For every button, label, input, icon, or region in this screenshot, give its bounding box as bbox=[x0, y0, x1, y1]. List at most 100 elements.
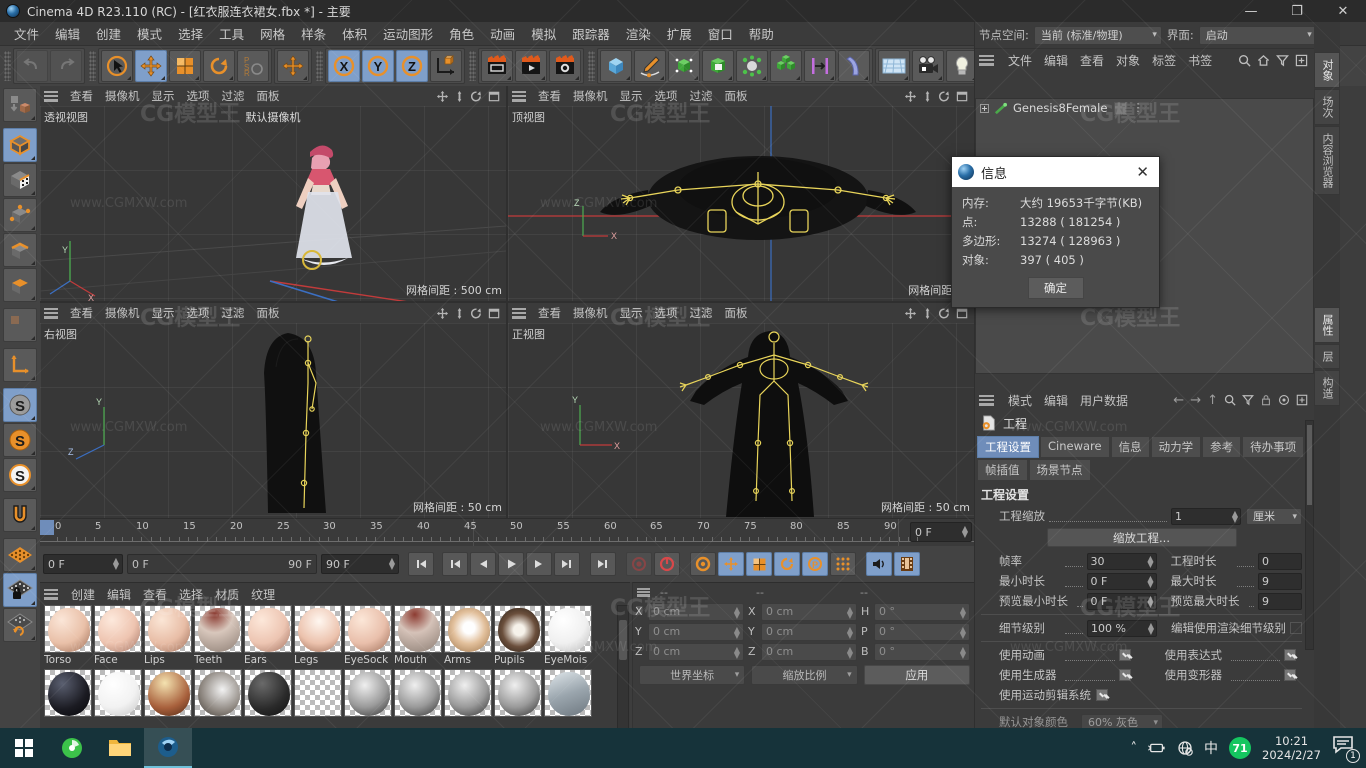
material-item[interactable] bbox=[294, 669, 343, 717]
material-swatch[interactable] bbox=[544, 669, 592, 717]
cloner-icon[interactable] bbox=[770, 50, 802, 82]
toolbar-grip[interactable] bbox=[89, 51, 96, 81]
vp-menu-display[interactable]: 显示 bbox=[146, 87, 181, 105]
spline-pen-icon[interactable] bbox=[634, 50, 666, 82]
close-icon[interactable]: ✕ bbox=[1132, 163, 1153, 181]
material-item[interactable] bbox=[494, 669, 543, 717]
menu-item-window[interactable]: 窗口 bbox=[700, 21, 741, 46]
scale-key-icon[interactable] bbox=[746, 552, 772, 576]
viewport-front[interactable]: 查看 摄像机 显示 选项 过滤 面板 正视图 网格间距 : 50 cm Y X bbox=[508, 303, 974, 518]
menu-item-extensions[interactable]: 扩展 bbox=[659, 21, 700, 46]
chevron-down-icon[interactable]: ▾ bbox=[1153, 718, 1158, 728]
tab-dynamics[interactable]: 动力学 bbox=[1150, 436, 1202, 458]
orbit-icon[interactable] bbox=[470, 307, 483, 320]
vp-menu-filter[interactable]: 过滤 bbox=[216, 304, 251, 322]
material-item[interactable]: Lips bbox=[144, 605, 193, 668]
object-row-genesis8female[interactable]: Genesis8Female ⋮ bbox=[976, 99, 1313, 117]
spinner-icon[interactable]: ▲ ▼ bbox=[1147, 574, 1153, 588]
menu-item-tools[interactable]: 工具 bbox=[211, 21, 252, 46]
attr-menu-mode[interactable]: 模式 bbox=[1002, 391, 1038, 410]
material-item[interactable]: Torso bbox=[44, 605, 93, 668]
material-swatch[interactable] bbox=[44, 605, 92, 653]
go-to-end-icon[interactable] bbox=[590, 552, 616, 576]
material-list[interactable]: Torso Face Lips Teeth Ears Legs EyeSock … bbox=[44, 605, 616, 730]
search-icon[interactable] bbox=[1238, 54, 1251, 67]
obj-menu-objects[interactable]: 对象 bbox=[1110, 51, 1146, 70]
coord-field-size-z[interactable]: 0 cm ▲ ▼ bbox=[761, 642, 857, 661]
windows-start-icon[interactable] bbox=[0, 728, 48, 768]
magnet-icon[interactable] bbox=[3, 498, 37, 532]
home-icon[interactable] bbox=[1257, 54, 1270, 67]
search-icon[interactable] bbox=[1224, 394, 1236, 406]
material-item[interactable] bbox=[544, 669, 593, 717]
menu-item-spline[interactable]: 样条 bbox=[293, 21, 334, 46]
menu-item-select[interactable]: 选择 bbox=[170, 21, 211, 46]
close-button[interactable]: ✕ bbox=[1320, 0, 1366, 22]
tab-cineware[interactable]: Cineware bbox=[1040, 436, 1110, 458]
viewport-top-canvas[interactable]: 顶视图 网格间距 : 5 Z X bbox=[508, 106, 974, 301]
dolly-icon[interactable] bbox=[454, 307, 465, 320]
material-swatch[interactable] bbox=[344, 669, 392, 717]
deformer-bend-icon[interactable] bbox=[838, 50, 870, 82]
vtab-structure[interactable]: 构造 bbox=[1314, 370, 1340, 406]
scrollbar-thumb[interactable] bbox=[1307, 425, 1312, 505]
menu-item-simulate[interactable]: 模拟 bbox=[523, 21, 564, 46]
snap-quantize-icon[interactable]: S bbox=[3, 458, 37, 492]
material-swatch[interactable] bbox=[494, 605, 542, 653]
spinner-icon[interactable]: ▲ ▼ bbox=[847, 605, 853, 619]
timeline-ruler[interactable]: 0 5 10 15 20 25 30 35 40 45 50 55 60 65 … bbox=[40, 518, 974, 546]
viewport-right-canvas[interactable]: 右视图 网格间距 : 50 cm Y Z bbox=[40, 323, 506, 518]
model-mode-icon[interactable] bbox=[3, 128, 37, 162]
obj-menu-bookmarks[interactable]: 书签 bbox=[1182, 51, 1218, 70]
material-swatch[interactable] bbox=[494, 669, 542, 717]
workplane-grid-icon[interactable] bbox=[3, 538, 37, 572]
vp-menu-display[interactable]: 显示 bbox=[614, 304, 649, 322]
render-picture-icon[interactable] bbox=[515, 50, 547, 82]
vp-menu-display[interactable]: 显示 bbox=[614, 87, 649, 105]
menu-item-help[interactable]: 帮助 bbox=[741, 21, 782, 46]
add-icon[interactable] bbox=[1296, 394, 1308, 406]
prop-field-project-scale[interactable]: 1 ▲ ▼ bbox=[1171, 507, 1241, 525]
menu-burger-icon[interactable] bbox=[44, 307, 58, 319]
edge-mode-icon[interactable] bbox=[3, 233, 37, 267]
badge-count[interactable]: 71 bbox=[1229, 737, 1252, 759]
scale-project-button[interactable]: 缩放工程... bbox=[1046, 528, 1237, 547]
apply-button[interactable]: 应用 bbox=[863, 665, 970, 685]
vp-menu-filter[interactable]: 过滤 bbox=[216, 87, 251, 105]
obj-menu-tags[interactable]: 标签 bbox=[1146, 51, 1182, 70]
menu-item-file[interactable]: 文件 bbox=[6, 21, 47, 46]
ime-chinese-icon[interactable]: 中 bbox=[1204, 738, 1218, 758]
menu-burger-icon[interactable] bbox=[44, 588, 58, 600]
spinner-icon[interactable]: ▲ ▼ bbox=[1148, 621, 1154, 635]
toolbar-grip[interactable] bbox=[588, 51, 595, 81]
prop-field-min-length[interactable]: 0 F ▲ ▼ bbox=[1086, 572, 1157, 590]
render-settings-icon[interactable] bbox=[549, 50, 581, 82]
coord-system-select[interactable]: 世界坐标 ▾ bbox=[639, 665, 746, 685]
material-swatch[interactable] bbox=[94, 605, 142, 653]
material-swatch[interactable] bbox=[544, 605, 592, 653]
sound-icon[interactable] bbox=[866, 552, 892, 576]
move-icon[interactable] bbox=[135, 50, 167, 82]
menu-item-tracker[interactable]: 跟踪器 bbox=[564, 21, 618, 46]
vtab-takes[interactable]: 场次 bbox=[1314, 89, 1340, 125]
viewport-perspective-canvas[interactable]: 透视视图 默认摄像机 网格间距 : 500 cm Y X bbox=[40, 106, 506, 301]
cinema4d-icon[interactable] bbox=[144, 728, 192, 768]
mat-menu-material[interactable]: 材质 bbox=[209, 585, 245, 604]
material-item[interactable] bbox=[394, 669, 443, 717]
minimize-button[interactable]: — bbox=[1228, 0, 1274, 22]
material-item[interactable] bbox=[344, 669, 393, 717]
point-level-anim-icon[interactable] bbox=[830, 552, 856, 576]
material-swatch[interactable] bbox=[294, 669, 342, 717]
workplane-lock-icon[interactable] bbox=[3, 573, 37, 607]
pan-icon[interactable] bbox=[904, 90, 917, 103]
material-item[interactable] bbox=[144, 669, 193, 717]
scale-icon[interactable] bbox=[169, 50, 201, 82]
pan-icon[interactable] bbox=[904, 307, 917, 320]
tab-todo[interactable]: 待办事项 bbox=[1242, 436, 1305, 458]
material-item[interactable]: EyeMois bbox=[544, 605, 593, 668]
spinner-icon[interactable]: ▲ ▼ bbox=[113, 557, 119, 571]
battery-icon[interactable] bbox=[1148, 741, 1166, 755]
prop-checkbox-render-lod[interactable] bbox=[1290, 622, 1302, 634]
material-item[interactable]: Arms bbox=[444, 605, 493, 668]
menu-item-animate[interactable]: 动画 bbox=[482, 21, 523, 46]
